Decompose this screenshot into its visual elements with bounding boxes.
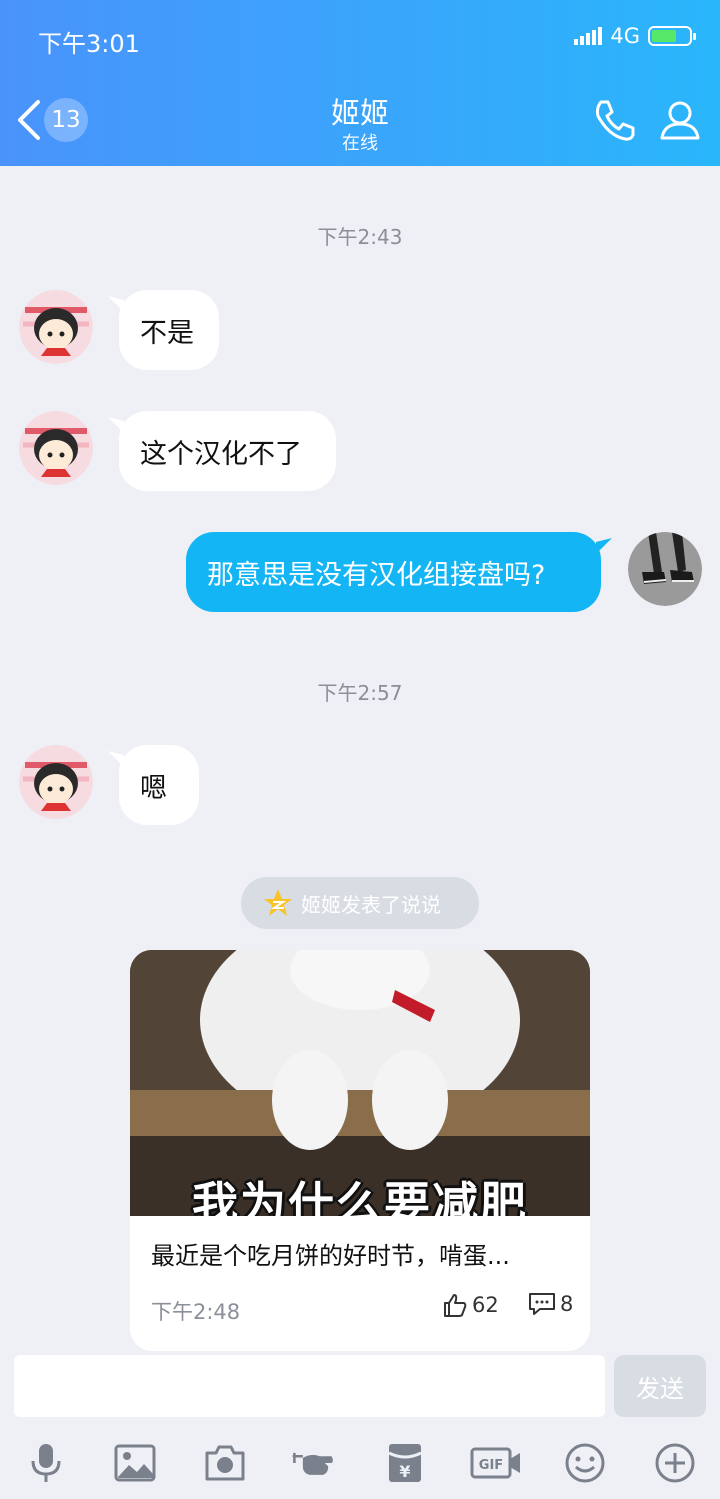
signal-icon	[574, 27, 603, 45]
microphone-icon[interactable]	[24, 1441, 68, 1485]
comment-count: 8	[560, 1292, 574, 1316]
message-timestamp: 下午2:43	[317, 225, 403, 249]
message-input[interactable]	[14, 1355, 605, 1417]
comment-icon	[529, 1293, 555, 1315]
bubble-tail	[596, 538, 612, 554]
feed-comment-button[interactable]: 8	[528, 1292, 573, 1316]
camera-icon[interactable]	[203, 1441, 247, 1485]
feed-card[interactable]: 我为什么要减肥 最近是个吃月饼的好时节，啃蛋... 下午2:48 62 8	[130, 950, 590, 1351]
contact-avatar[interactable]	[19, 745, 93, 819]
feed-like-button[interactable]: 62	[442, 1292, 499, 1318]
status-indicators: 4G	[574, 24, 696, 48]
message-timestamp: 下午2:57	[317, 681, 403, 705]
image-icon[interactable]	[113, 1441, 157, 1485]
emoji-icon[interactable]	[563, 1441, 607, 1485]
svg-text:GIF: GIF	[479, 1458, 503, 1473]
feed-time: 下午2:48	[151, 1300, 241, 1324]
send-button[interactable]: 发送	[614, 1355, 706, 1417]
message-bubble-incoming[interactable]: 嗯	[119, 745, 199, 825]
contact-avatar[interactable]	[19, 411, 93, 485]
message-bubble-incoming[interactable]: 这个汉化不了	[119, 411, 336, 491]
feed-image: 我为什么要减肥	[130, 950, 590, 1216]
feed-text: 最近是个吃月饼的好时节，啃蛋...	[151, 1242, 510, 1270]
battery-icon	[648, 26, 696, 46]
svg-text:¥: ¥	[399, 1462, 410, 1481]
gif-icon[interactable]: GIF	[470, 1441, 522, 1485]
message-bubble-outgoing[interactable]: 那意思是没有汉化组接盘吗?	[186, 532, 601, 612]
message-bubble-incoming[interactable]: 不是	[119, 290, 219, 370]
qzone-star-icon	[264, 889, 292, 916]
network-type: 4G	[610, 24, 640, 48]
thumbs-up-icon	[444, 1294, 467, 1317]
feed-notice[interactable]: 姬姬发表了说说	[241, 877, 479, 929]
red-packet-icon[interactable]: ¥	[383, 1441, 427, 1485]
chat-header: 下午3:01 4G 13 姬姬 在线	[0, 0, 720, 166]
input-bar: 发送 ¥ GIF	[0, 1352, 720, 1499]
phone-icon[interactable]	[591, 96, 639, 144]
plus-icon[interactable]	[653, 1441, 697, 1485]
feed-image-caption: 我为什么要减肥	[192, 1177, 528, 1216]
status-time: 下午3:01	[38, 30, 140, 58]
user-icon[interactable]	[656, 96, 704, 144]
contact-avatar[interactable]	[19, 290, 93, 364]
poke-icon[interactable]	[291, 1441, 335, 1485]
my-avatar[interactable]	[628, 532, 702, 606]
like-count: 62	[472, 1293, 499, 1317]
feed-notice-text: 姬姬发表了说说	[301, 892, 441, 917]
